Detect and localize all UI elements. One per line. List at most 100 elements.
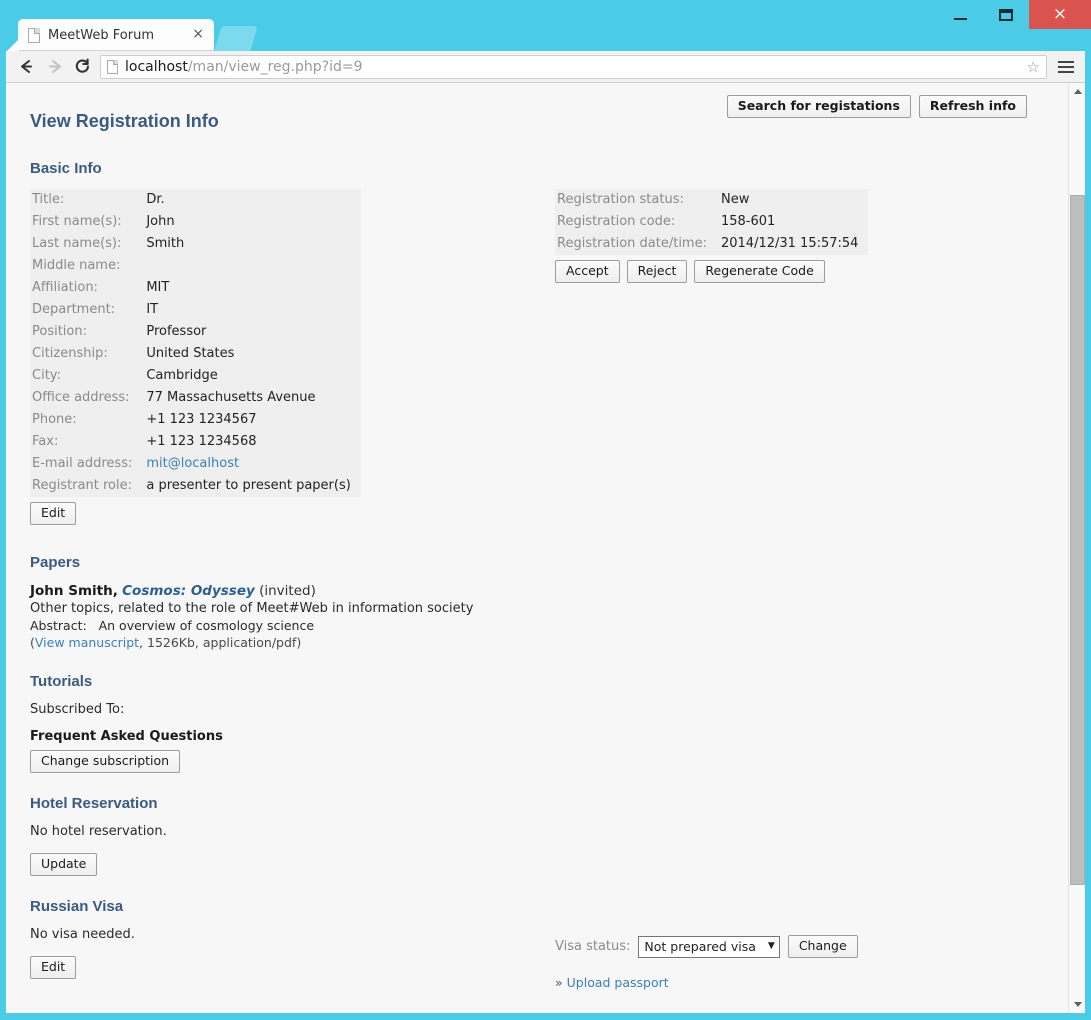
forward-button[interactable] (40, 53, 68, 81)
registration-row: Registration code:158-601 (555, 211, 868, 233)
registration-status-right: Registration status:NewRegistration code… (555, 189, 868, 283)
tab-meetweb-forum[interactable]: MeetWeb Forum × (18, 19, 214, 51)
paper-file-meta: , 1526Kb, application/pdf) (139, 635, 301, 650)
paper-author: John Smith, (30, 583, 118, 599)
registration-action-buttons: Accept Reject Regenerate Code (555, 260, 868, 283)
paper-abstract: Abstract: An overview of cosmology scien… (30, 617, 1044, 634)
basic-info-label: Fax: (30, 431, 146, 453)
window-close-button[interactable]: × (1029, 0, 1091, 29)
paper-headline: John Smith, Cosmos: Odyssey (invited) (30, 583, 1044, 600)
hamburger-icon (1058, 61, 1074, 63)
basic-info-row: City:Cambridge (30, 365, 361, 387)
basic-info-value: a presenter to present paper(s) (146, 475, 360, 497)
basic-info-row: Office address:77 Massachusetts Avenue (30, 387, 361, 409)
basic-info-value: John (146, 211, 360, 233)
search-registrations-button[interactable]: Search for registations (727, 95, 911, 118)
close-icon[interactable]: × (188, 26, 214, 44)
visa-status-select[interactable]: Not prepared visa ▼ (638, 936, 779, 958)
back-button[interactable] (12, 53, 40, 81)
section-heading-basic-info: Basic Info (30, 160, 1044, 177)
new-tab-button[interactable] (214, 26, 257, 51)
view-manuscript-link[interactable]: View manuscript (35, 635, 139, 650)
browser-window: MeetWeb Forum × × localhost/man/view_reg… (0, 0, 1091, 1020)
tab-title: MeetWeb Forum (48, 28, 188, 43)
basic-info-label: Last name(s): (30, 233, 146, 255)
basic-info-label: Office address: (30, 387, 146, 409)
refresh-info-button[interactable]: Refresh info (919, 95, 1027, 118)
close-icon: × (1053, 6, 1067, 23)
caret-down-icon (1074, 1002, 1082, 1007)
address-bar[interactable]: localhost/man/view_reg.php?id=9 ☆ (100, 55, 1047, 79)
minimize-icon (954, 18, 967, 20)
basic-info-columns: Title:Dr.First name(s):JohnLast name(s):… (30, 189, 1044, 534)
basic-info-row: Department:IT (30, 299, 361, 321)
basic-info-row: E-mail address:mit@localhost (30, 453, 361, 475)
minimize-button[interactable] (937, 0, 983, 29)
basic-info-label: First name(s): (30, 211, 146, 233)
chevron-down-icon: ▼ (768, 941, 775, 951)
basic-info-row: Title:Dr. (30, 189, 361, 211)
scrollbar-thumb[interactable] (1070, 195, 1085, 885)
email-link[interactable]: mit@localhost (146, 456, 239, 471)
accept-button[interactable]: Accept (555, 260, 620, 283)
url-path: /man/view_reg.php?id=9 (188, 59, 363, 75)
web-page: Search for registations Refresh info Vie… (6, 83, 1068, 1013)
edit-basic-info-button[interactable]: Edit (30, 502, 76, 525)
basic-info-table: Title:Dr.First name(s):JohnLast name(s):… (30, 189, 361, 497)
basic-info-value (146, 255, 360, 277)
basic-info-row: Citizenship:United States (30, 343, 361, 365)
registration-value: 2014/12/31 15:57:54 (721, 233, 868, 255)
basic-info-value: +1 123 1234567 (146, 409, 360, 431)
update-hotel-button[interactable]: Update (30, 853, 97, 876)
window-controls: × (937, 0, 1091, 29)
basic-info-row: Fax:+1 123 1234568 (30, 431, 361, 453)
basic-info-value: mit@localhost (146, 453, 360, 475)
section-heading-visa: Russian Visa (30, 898, 1044, 915)
reload-button[interactable] (68, 53, 96, 81)
visa-status-selected-value: Not prepared visa (644, 939, 755, 954)
registration-label: Registration code: (555, 211, 721, 233)
paper-topic: Other topics, related to the role of Mee… (30, 600, 1044, 617)
upload-passport-link[interactable]: Upload passport (567, 975, 669, 990)
section-heading-tutorials: Tutorials (30, 673, 1044, 690)
vertical-scrollbar[interactable] (1068, 83, 1085, 1013)
url-text: localhost/man/view_reg.php?id=9 (125, 59, 363, 75)
basic-info-value: Smith (146, 233, 360, 255)
edit-visa-button[interactable]: Edit (30, 956, 76, 979)
page-icon (107, 60, 118, 74)
basic-info-value: Dr. (146, 189, 360, 211)
change-visa-status-button[interactable]: Change (788, 935, 858, 958)
change-subscription-button[interactable]: Change subscription (30, 750, 180, 773)
paper-abstract-label: Abstract: (30, 618, 87, 633)
scroll-down-button[interactable] (1069, 996, 1085, 1013)
back-icon (17, 57, 36, 76)
chevron-right-icon: » (555, 975, 563, 990)
page-icon (28, 28, 40, 43)
basic-info-label: Middle name: (30, 255, 146, 277)
menu-button[interactable] (1053, 61, 1079, 73)
basic-info-value: Professor (146, 321, 360, 343)
basic-info-label: Registrant role: (30, 475, 146, 497)
registration-label: Registration date/time: (555, 233, 721, 255)
reject-button[interactable]: Reject (627, 260, 688, 283)
bookmark-star-icon[interactable]: ☆ (1027, 58, 1040, 76)
forward-icon (45, 57, 64, 76)
regenerate-code-button[interactable]: Regenerate Code (694, 260, 824, 283)
basic-info-row: Last name(s):Smith (30, 233, 361, 255)
basic-info-value: United States (146, 343, 360, 365)
basic-info-row: First name(s):John (30, 211, 361, 233)
paper-title: Cosmos: Odyssey (122, 583, 255, 599)
upload-passport-row: » Upload passport (555, 975, 669, 990)
basic-info-label: City: (30, 365, 146, 387)
paper-invited-badge: (invited) (259, 583, 316, 599)
basic-info-label: Affiliation: (30, 277, 146, 299)
scroll-up-button[interactable] (1069, 83, 1085, 100)
registration-value: 158-601 (721, 211, 868, 233)
visa-text: No visa needed. (30, 927, 1044, 942)
basic-info-label: Phone: (30, 409, 146, 431)
registration-row: Registration date/time:2014/12/31 15:57:… (555, 233, 868, 255)
browser-toolbar: localhost/man/view_reg.php?id=9 ☆ (6, 51, 1085, 83)
page-viewport: Search for registations Refresh info Vie… (6, 83, 1085, 1013)
visa-status-label: Visa status: (555, 939, 630, 954)
maximize-button[interactable] (983, 0, 1029, 29)
